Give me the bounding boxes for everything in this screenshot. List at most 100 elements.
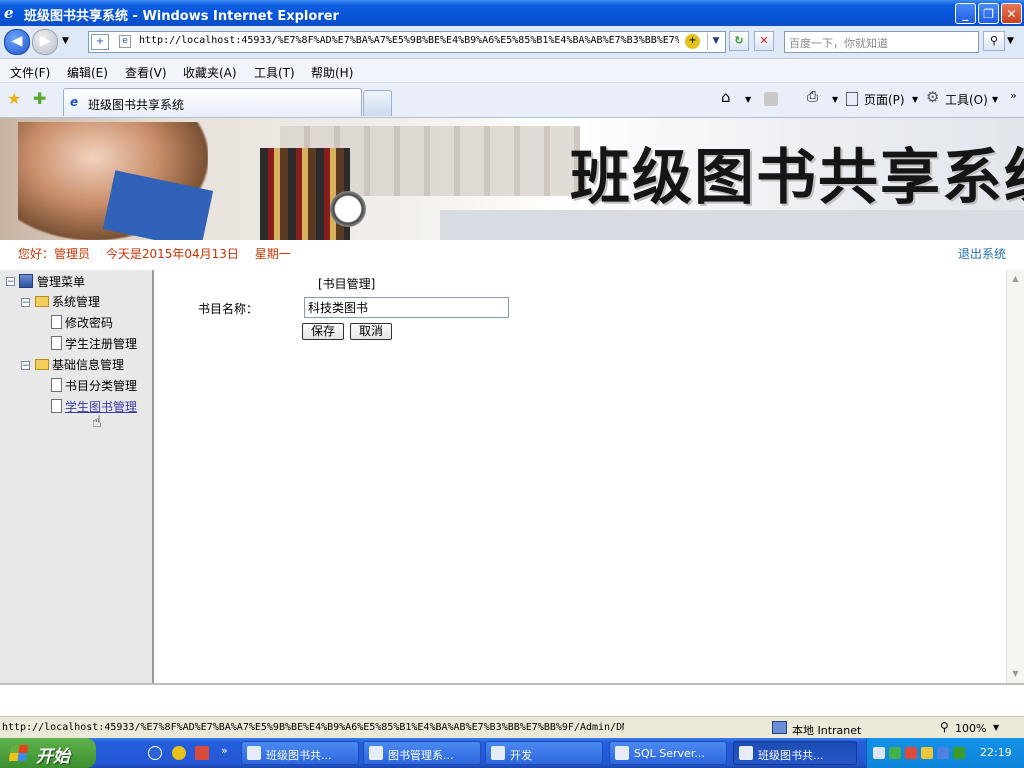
minimize-button[interactable]: _ [955,3,976,24]
save-button[interactable]: 保存 [302,323,344,340]
current-date: 今天是2015年04月13日 [105,247,239,261]
recent-pages-dropdown-icon[interactable]: ▼ [62,36,69,46]
windows-logo-icon [8,745,29,761]
compatibility-icon[interactable]: + [685,34,700,49]
quicklaunch-app-icon[interactable] [172,746,186,760]
stop-icon[interactable]: ✕ [754,31,774,51]
task-label: 图书管理系... [388,749,454,762]
address-dropdown-icon[interactable]: ▼ [707,33,724,50]
task-icon [491,746,505,760]
taskbar-button-4[interactable]: SQL Server... [609,741,727,765]
zoom-dropdown-icon[interactable]: ▼ [993,723,999,732]
new-tab-button[interactable] [363,90,392,116]
menu-help[interactable]: 帮助(H) [311,64,353,81]
start-button[interactable]: 开始 [0,738,96,768]
tree-root[interactable]: 管理菜单 [37,273,85,290]
tree-collapse-root-icon[interactable]: − [6,277,15,287]
forward-button[interactable]: ▶ [32,29,58,55]
back-button[interactable]: ◀ [4,29,30,55]
favorites-star-icon[interactable]: ★ [7,89,21,108]
taskbar-button-3[interactable]: 开发 [485,741,603,765]
tray-keyboard-icon[interactable] [873,747,885,759]
quicklaunch-more-icon[interactable]: » [221,744,228,757]
banner-strip [440,210,1024,240]
tray-update-icon[interactable] [953,747,965,759]
refresh-icon[interactable]: ↻ [729,31,749,51]
task-icon [369,746,383,760]
page-dropdown-icon[interactable]: ▼ [912,95,918,104]
address-input[interactable]: + e http://localhost:45933/%E7%8F%AD%E7%… [88,31,726,53]
page-menu-icon [846,92,858,106]
task-icon [615,746,629,760]
menu-file[interactable]: 文件(F) [10,64,50,81]
print-icon[interactable]: ⎙ [807,89,818,105]
add-favorites-icon[interactable]: ✚ [33,89,46,108]
hand-cursor-icon: ☝ [92,412,102,431]
tools-menu[interactable]: 工具(O) [945,91,988,108]
menu-edit[interactable]: 编辑(E) [67,64,108,81]
search-input[interactable]: 百度一下，你就知道 [784,31,979,53]
sidebar-tree: − 管理菜单 − 系统管理 修改密码 学生注册管理 − 基础信息管理 书目分类管… [0,270,154,683]
gear-icon: ⚙ [926,88,940,106]
scroll-up-icon[interactable]: ▲ [1008,271,1023,286]
tree-item-student-registration[interactable]: 学生注册管理 [65,335,137,352]
menu-view[interactable]: 查看(V) [125,64,167,81]
greeting: 您好：管理员 [18,247,91,261]
more-chevron-icon[interactable]: » [1010,89,1017,102]
taskbar-clock[interactable]: 22:19 [980,746,1012,759]
zoom-icon: ⚲ [940,720,949,734]
add-favorite-plus-icon[interactable]: + [91,34,109,50]
taskbar-button-5[interactable]: 班级图书共... [733,741,857,765]
address-toolbar: ◀ ▶ ▼ + e http://localhost:45933/%E7%8F%… [0,26,1024,59]
tree-group-system[interactable]: 系统管理 [52,293,100,310]
banner-clock-image [330,191,366,227]
site-banner: 班级图书共享系统 [0,118,1024,240]
tree-group-basic-info[interactable]: 基础信息管理 [52,356,124,373]
task-icon [247,746,261,760]
search-dropdown-icon[interactable]: ▼ [1007,36,1014,46]
web-page: 班级图书共享系统 您好：管理员 今天是2015年04月13日 星期一 退出系统 … [0,118,1024,715]
window-title: 班级图书共享系统 - Windows Internet Explorer [24,9,339,24]
quicklaunch-desktop-icon[interactable] [195,746,209,760]
tree-collapse-basic-icon[interactable]: − [21,361,30,371]
feeds-icon[interactable] [764,92,778,106]
cancel-button[interactable]: 取消 [350,323,392,340]
document-icon [51,399,62,413]
book-name-input[interactable] [304,297,509,318]
form-title: [书目管理] [318,277,376,291]
weekday: 星期一 [254,247,291,261]
tree-item-book-category[interactable]: 书目分类管理 [65,377,137,394]
tree-collapse-system-icon[interactable]: − [21,298,30,308]
tab-current[interactable]: e 班级图书共享系统 [63,88,362,116]
menu-tools[interactable]: 工具(T) [254,64,295,81]
window-title-bar[interactable]: e 班级图书共享系统 - Windows Internet Explorer _… [0,0,1024,26]
menu-favorites[interactable]: 收藏夹(A) [183,64,237,81]
tray-security-icon[interactable] [905,747,917,759]
restore-button[interactable]: ❐ [978,3,999,24]
folder-icon [35,296,49,307]
zoom-level[interactable]: 100% [955,722,986,735]
tree-item-change-password[interactable]: 修改密码 [65,314,113,331]
address-url-text: http://localhost:45933/%E7%8F%AD%E7%BA%A… [139,35,679,46]
document-icon [51,378,62,392]
home-icon[interactable]: ⌂ [721,88,731,106]
page-menu[interactable]: 页面(P) [864,91,905,108]
tray-volume-icon[interactable] [937,747,949,759]
home-dropdown-icon[interactable]: ▼ [745,95,751,104]
menu-bar: 文件(F) 编辑(E) 查看(V) 收藏夹(A) 工具(T) 帮助(H) [0,60,1024,83]
tray-network-icon[interactable] [889,747,901,759]
taskbar-button-1[interactable]: 班级图书共... [241,741,359,765]
quicklaunch-ie-icon[interactable] [148,746,162,760]
scroll-down-icon[interactable]: ▼ [1008,666,1023,681]
content-scrollbar[interactable]: ▲ ▼ [1006,270,1024,683]
close-button[interactable]: ✕ [1001,3,1022,24]
tab-bar: ★ ✚ e 班级图书共享系统 ⌂ ▼ ⎙ ▼ 页面(P) ▼ ⚙ 工具(O) ▼… [0,83,1024,118]
print-dropdown-icon[interactable]: ▼ [832,95,838,104]
security-zone[interactable]: 本地 Intranet [792,722,861,738]
tray-app-icon[interactable] [921,747,933,759]
tools-dropdown-icon[interactable]: ▼ [992,95,998,104]
logout-link[interactable]: 退出系统 [958,245,1006,262]
search-icon[interactable]: ⚲ [983,31,1005,51]
tab-ie-icon: e [70,95,79,109]
taskbar-button-2[interactable]: 图书管理系... [363,741,481,765]
